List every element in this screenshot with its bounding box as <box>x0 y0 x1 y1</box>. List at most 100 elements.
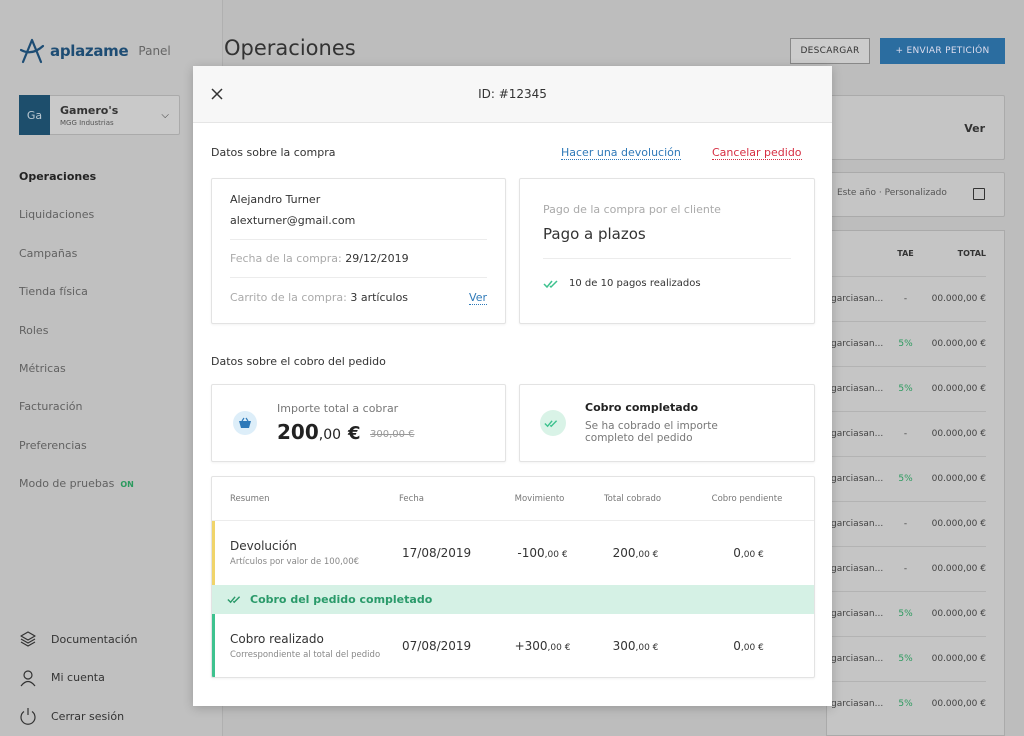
table-row[interactable]: garciasan... 5% 00.000,00 € <box>827 636 986 681</box>
table-row[interactable]: garciasan... - 00.000,00 € <box>827 411 986 456</box>
collection-status-title: Cobro completado <box>585 401 699 414</box>
cell-user: garciasan... <box>831 339 884 349</box>
column-header-total-cobrado: Total cobrado <box>603 493 662 504</box>
cell-user: garciasan... <box>831 609 884 619</box>
purchase-date: Fecha de la compra: 29/12/2019 <box>230 252 409 265</box>
cell-user: garciasan... <box>831 654 884 664</box>
movements-table: Resumen Fecha Movimiento Total cobrado C… <box>211 476 815 678</box>
sidebar: aplazame Panel Ga Gamero's MGG Industria… <box>0 0 223 736</box>
cell-total: 00.000,00 € <box>931 609 986 619</box>
table-row[interactable]: garciasan... 5% 00.000,00 € <box>827 681 986 726</box>
sidebar-item-label: Cerrar sesión <box>51 709 125 723</box>
cell-user: garciasan... <box>831 429 884 439</box>
table-row[interactable]: garciasan... - 00.000,00 € <box>827 501 986 546</box>
account-selector[interactable]: Ga Gamero's MGG Industrias ⌵ <box>19 95 180 135</box>
row-movement: +300,00 € <box>514 639 571 653</box>
column-header-fecha: Fecha <box>399 493 424 504</box>
amount-value: 200,00 € <box>277 420 361 444</box>
view-link[interactable]: Ver <box>964 122 985 135</box>
brand-name: aplazame <box>50 42 129 60</box>
double-check-icon <box>227 596 241 604</box>
sidebar-item-cerrar-sesion[interactable]: Cerrar sesión <box>19 697 138 736</box>
cell-user: garciasan... <box>831 564 884 574</box>
amount-label: Importe total a cobrar <box>277 402 399 415</box>
power-icon <box>20 708 36 726</box>
cell-user: garciasan... <box>831 384 884 394</box>
sidebar-item-campanas[interactable]: Campañas <box>19 247 134 285</box>
row-total: 200,00 € <box>612 546 659 560</box>
table-row[interactable]: garciasan... 5% 00.000,00 € <box>827 456 986 501</box>
column-header-resumen: Resumen <box>230 493 270 504</box>
cell-tae: 5% <box>898 609 913 619</box>
refund-link[interactable]: Hacer una devolución <box>561 146 681 160</box>
cell-user: garciasan... <box>831 699 884 709</box>
table-row[interactable]: garciasan... - 00.000,00 € <box>827 546 986 591</box>
sidebar-item-metricas[interactable]: Métricas <box>19 362 134 400</box>
collection-status-card: Cobro completado Se ha cobrado el import… <box>519 384 815 462</box>
cell-tae: - <box>903 294 908 304</box>
date-filter-options[interactable]: Este año · Personalizado <box>837 188 947 198</box>
sidebar-item-label: Mi cuenta <box>51 671 105 685</box>
sidebar-item-roles[interactable]: Roles <box>19 324 134 362</box>
sidebar-item-facturacion[interactable]: Facturación <box>19 400 134 438</box>
table-row[interactable]: garciasan... 5% 00.000,00 € <box>827 366 986 411</box>
payment-card: Pago de la compra por el cliente Pago a … <box>519 178 815 324</box>
logo[interactable]: aplazame Panel <box>19 38 171 64</box>
table-row[interactable]: garciasan... 5% 00.000,00 € <box>827 321 986 366</box>
cell-tae: - <box>903 564 908 574</box>
column-header-tae[interactable]: TAE <box>887 249 924 258</box>
summary-panel: Ver <box>826 95 1005 160</box>
row-total: 300,00 € <box>612 639 659 653</box>
sidebar-item-operaciones[interactable]: Operaciones <box>19 170 134 208</box>
cell-total: 00.000,00 € <box>931 384 986 394</box>
double-check-icon <box>543 279 558 288</box>
cell-tae: - <box>903 519 908 529</box>
page-title: Operaciones <box>224 36 356 60</box>
row-title: Cobro realizado <box>230 631 324 646</box>
cell-total: 00.000,00 € <box>931 474 986 484</box>
completed-banner: Cobro del pedido completado <box>212 585 814 614</box>
table-row[interactable]: Devolución Artículos por valor de 100,00… <box>212 521 814 585</box>
sidebar-item-tienda-fisica[interactable]: Tienda física <box>19 285 134 323</box>
cell-tae: 5% <box>898 699 913 709</box>
column-header-total[interactable]: TOTAL <box>924 249 986 258</box>
cell-user: garciasan... <box>831 474 884 484</box>
payment-label: Pago de la compra por el cliente <box>543 203 721 216</box>
account-company: MGG Industrias <box>60 118 114 127</box>
sidebar-bottom-nav: Documentación Mi cuenta Cerrar sesión <box>19 620 138 736</box>
cell-total: 00.000,00 € <box>931 429 986 439</box>
table-row[interactable]: garciasan... 5% 00.000,00 € <box>827 591 986 636</box>
cell-total: 00.000,00 € <box>931 339 986 349</box>
sidebar-nav: Operaciones Liquidaciones Campañas Tiend… <box>19 170 134 516</box>
cart-summary: Carrito de la compra: 3 artículos Ver <box>230 291 487 305</box>
cell-tae: - <box>903 429 908 439</box>
cell-total: 00.000,00 € <box>931 564 986 574</box>
aplazame-logo-icon <box>19 38 45 64</box>
operation-detail-modal: ID: #12345 Datos sobre la compra Hacer u… <box>193 66 832 706</box>
panel-label: Panel <box>138 44 171 58</box>
cell-total: 00.000,00 € <box>931 519 986 529</box>
row-movement: -100,00 € <box>517 546 568 560</box>
sidebar-item-mi-cuenta[interactable]: Mi cuenta <box>19 659 138 698</box>
payment-method: Pago a plazos <box>543 225 646 243</box>
sidebar-item-modo-pruebas[interactable]: Modo de pruebas ON <box>19 477 134 515</box>
view-cart-link[interactable]: Ver <box>469 291 487 305</box>
column-header-cobro-pendiente: Cobro pendiente <box>711 493 783 504</box>
double-check-icon <box>540 410 566 436</box>
row-pending: 0,00 € <box>733 546 764 560</box>
send-request-button[interactable]: + ENVIAR PETICIÓN <box>880 38 1005 64</box>
row-pending: 0,00 € <box>733 639 764 653</box>
payment-status: 10 de 10 pagos realizados <box>543 278 791 289</box>
sidebar-item-documentacion[interactable]: Documentación <box>19 620 138 659</box>
sidebar-item-liquidaciones[interactable]: Liquidaciones <box>19 208 134 246</box>
row-subtitle: Correspondiente al total del pedido <box>230 649 381 660</box>
sidebar-item-label: Modo de pruebas <box>19 477 115 491</box>
table-row[interactable]: Cobro realizado Correspondiente al total… <box>212 614 814 677</box>
amount-card: Importe total a cobrar 200,00 € 300,00 € <box>211 384 506 462</box>
calendar-icon[interactable] <box>973 188 985 200</box>
table-row[interactable]: garciasan... - 00.000,00 € <box>827 276 986 321</box>
column-header-movimiento: Movimiento <box>514 493 565 504</box>
sidebar-item-preferencias[interactable]: Preferencias <box>19 439 134 477</box>
download-button[interactable]: DESCARGAR <box>790 38 870 64</box>
cancel-order-link[interactable]: Cancelar pedido <box>712 146 802 160</box>
